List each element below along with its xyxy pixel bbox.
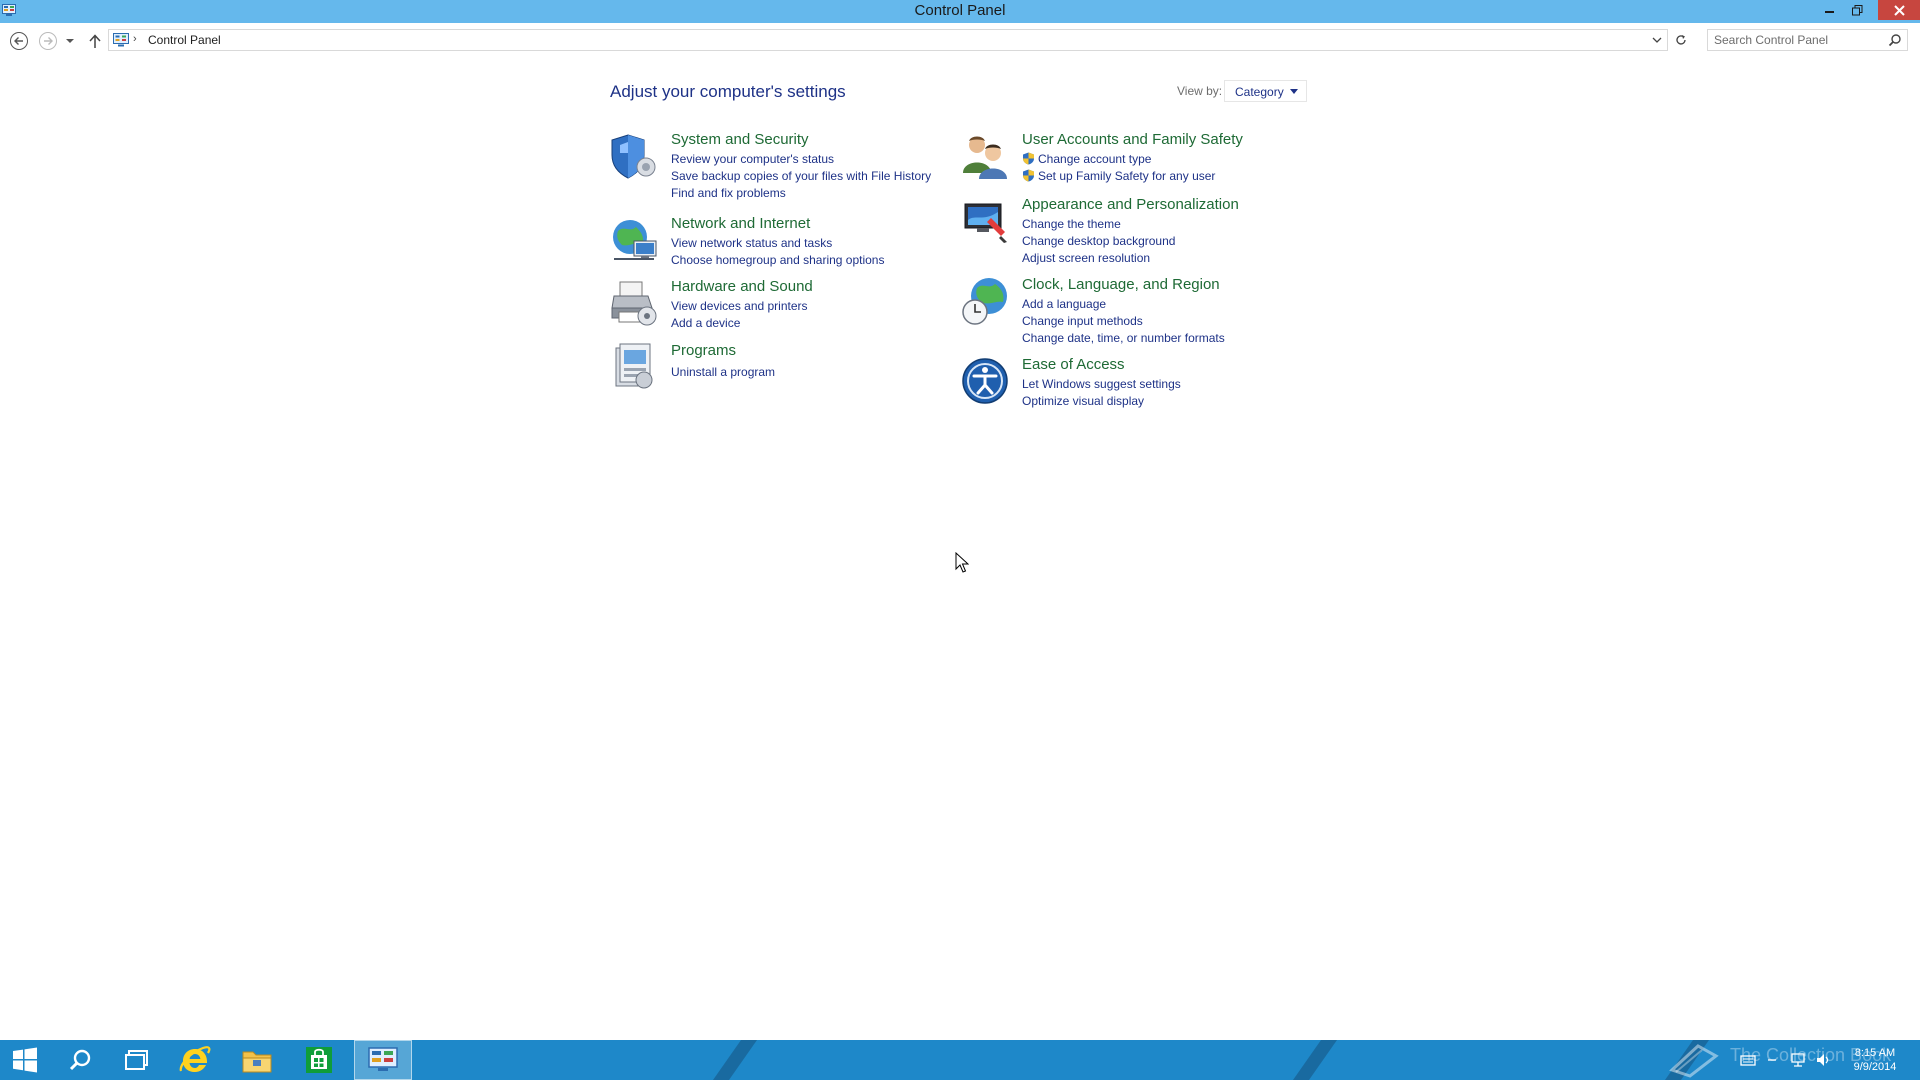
taskbar-decoration (698, 1040, 758, 1080)
uac-shield-icon (1023, 152, 1034, 165)
link-date-time-formats[interactable]: Change date, time, or number formats (1022, 330, 1225, 347)
minimize-button[interactable] (1817, 0, 1843, 20)
search-icon[interactable] (1888, 33, 1902, 47)
navigation-bar: › Control Panel (0, 23, 1920, 57)
clock-globe-icon[interactable] (961, 276, 1011, 326)
link-label: Change account type (1038, 152, 1152, 166)
breadcrumb-separator-icon[interactable]: › (133, 33, 137, 45)
link-network-status[interactable]: View network status and tasks (671, 235, 884, 252)
category-title[interactable]: Hardware and Sound (671, 278, 813, 295)
category-title[interactable]: Programs (671, 342, 736, 359)
category-title[interactable]: User Accounts and Family Safety (1022, 131, 1243, 148)
recent-locations-button[interactable] (62, 29, 78, 53)
programs-icon[interactable] (610, 342, 660, 392)
start-icon (13, 1047, 37, 1073)
category-title[interactable]: Ease of Access (1022, 356, 1125, 373)
page-heading: Adjust your computer's settings (610, 82, 846, 101)
taskbar-clock[interactable]: 8:15 AM 9/9/2014 (1835, 1046, 1915, 1074)
printer-icon[interactable] (610, 278, 660, 328)
title-bar: Control Panel (0, 0, 1920, 23)
close-button[interactable] (1878, 0, 1920, 20)
back-button[interactable] (7, 29, 31, 53)
taskbar-search-button[interactable] (55, 1040, 105, 1080)
ease-of-access-icon[interactable] (961, 356, 1011, 406)
file-explorer-button[interactable] (232, 1040, 282, 1080)
uac-shield-icon (1023, 169, 1034, 182)
category-title[interactable]: System and Security (671, 131, 809, 148)
view-by-label: View by: (1177, 84, 1223, 98)
link-screen-resolution[interactable]: Adjust screen resolution (1022, 250, 1175, 267)
caret-down-icon (1289, 89, 1298, 94)
link-file-history[interactable]: Save backup copies of your files with Fi… (671, 168, 931, 185)
chevron-down-icon (66, 39, 74, 43)
window-title: Control Panel (914, 2, 1006, 19)
internet-explorer-button[interactable] (170, 1040, 220, 1080)
clock-time: 8:15 AM (1854, 1047, 1896, 1059)
link-label: Set up Family Safety for any user (1038, 169, 1216, 183)
link-family-safety[interactable]: Set up Family Safety for any user (1022, 168, 1215, 185)
restore-button[interactable] (1844, 0, 1870, 20)
address-bar[interactable]: › Control Panel (108, 29, 1668, 51)
breadcrumb-control-panel[interactable]: Control Panel (148, 33, 221, 47)
search-box[interactable] (1707, 29, 1908, 51)
search-input[interactable] (1708, 30, 1883, 50)
minimize-icon (1825, 11, 1834, 13)
link-optimize-display[interactable]: Optimize visual display (1022, 393, 1181, 410)
task-view-icon (125, 1050, 148, 1070)
link-change-theme[interactable]: Change the theme (1022, 216, 1175, 233)
view-by-value: Category (1235, 85, 1284, 99)
link-find-fix-problems[interactable]: Find and fix problems (671, 185, 931, 202)
store-icon (306, 1047, 332, 1073)
link-add-language[interactable]: Add a language (1022, 296, 1225, 313)
category-title[interactable]: Appearance and Personalization (1022, 196, 1239, 213)
link-desktop-background[interactable]: Change desktop background (1022, 233, 1175, 250)
search-icon (69, 1049, 91, 1071)
taskbar: The Collection Book 8:15 AM 9/9/2014 (0, 1040, 1920, 1080)
address-dropdown-icon[interactable] (1651, 34, 1663, 46)
volume-icon[interactable] (1815, 1052, 1831, 1068)
control-panel-icon (368, 1047, 398, 1071)
clock-date: 9/9/2014 (1853, 1061, 1897, 1073)
keyboard-icon[interactable] (1740, 1053, 1756, 1067)
up-arrow-icon (89, 34, 101, 48)
users-icon[interactable] (961, 131, 1011, 181)
link-change-account-type[interactable]: Change account type (1022, 151, 1215, 168)
category-title[interactable]: Network and Internet (671, 215, 810, 232)
shield-icon[interactable] (610, 131, 660, 181)
control-panel-small-icon (113, 33, 129, 47)
link-windows-suggest[interactable]: Let Windows suggest settings (1022, 376, 1181, 393)
refresh-button[interactable] (1670, 29, 1692, 51)
link-uninstall-program[interactable]: Uninstall a program (671, 364, 775, 381)
back-arrow-icon (10, 32, 28, 50)
file-explorer-icon (242, 1051, 272, 1073)
up-button[interactable] (83, 29, 107, 53)
control-panel-taskbar-button[interactable] (354, 1040, 412, 1080)
store-button[interactable] (294, 1040, 344, 1080)
link-add-device[interactable]: Add a device (671, 315, 808, 332)
monitor-paint-icon[interactable] (961, 196, 1011, 246)
taskbar-decoration (1278, 1040, 1338, 1080)
link-homegroup[interactable]: Choose homegroup and sharing options (671, 252, 884, 269)
mouse-cursor-icon (955, 552, 969, 573)
link-review-status[interactable]: Review your computer's status (671, 151, 931, 168)
forward-arrow-icon (39, 32, 57, 50)
internet-explorer-icon (179, 1046, 211, 1072)
restore-icon (1851, 4, 1862, 15)
link-devices-printers[interactable]: View devices and printers (671, 298, 808, 315)
refresh-icon (1676, 35, 1686, 45)
show-hidden-icons-icon[interactable] (1767, 1054, 1777, 1064)
category-title[interactable]: Clock, Language, and Region (1022, 276, 1220, 293)
book-watermark-icon (1669, 1044, 1719, 1078)
close-icon (1893, 4, 1905, 16)
task-view-button[interactable] (112, 1040, 162, 1080)
start-button[interactable] (0, 1040, 50, 1080)
network-icon[interactable] (1790, 1052, 1806, 1068)
network-globe-icon[interactable] (610, 215, 660, 265)
forward-button[interactable] (36, 29, 60, 53)
view-by-dropdown[interactable]: Category (1224, 80, 1307, 102)
link-input-methods[interactable]: Change input methods (1022, 313, 1225, 330)
